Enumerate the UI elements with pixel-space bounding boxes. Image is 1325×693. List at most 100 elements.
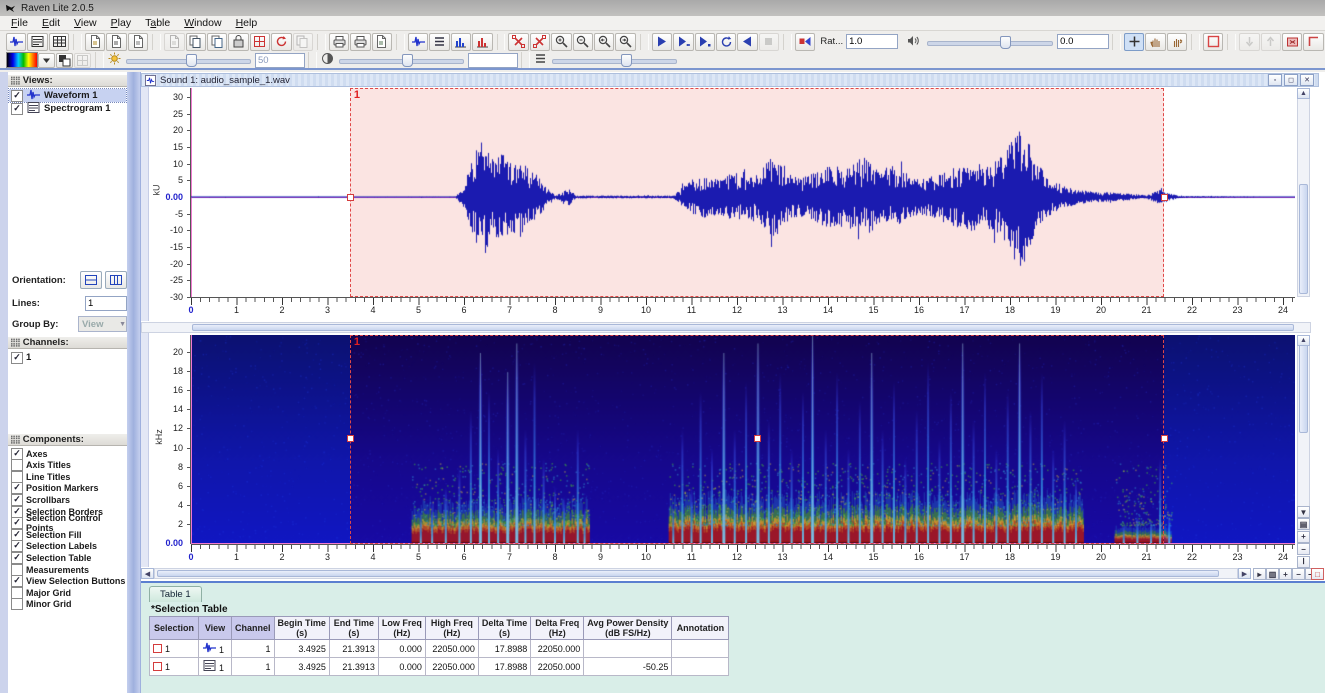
selection-handle-left[interactable] [347, 194, 354, 201]
export-selection-button[interactable] [250, 33, 270, 51]
zoom-out-time-button[interactable] [573, 33, 593, 51]
column-header-high-freq[interactable]: High Freq(Hz) [425, 617, 478, 640]
zoom-in-freq-button[interactable] [594, 33, 614, 51]
checkbox[interactable] [11, 471, 23, 483]
menu-help[interactable]: Help [229, 16, 265, 30]
sidebar-splitter[interactable] [127, 72, 140, 693]
component-item-selection-labels[interactable]: ✓Selection Labels [9, 541, 126, 552]
new-spectrogram-window-button[interactable] [27, 33, 47, 51]
next-selection-button[interactable] [1261, 33, 1281, 51]
selection-table[interactable]: SelectionViewChannelBegin Time(s)End Tim… [149, 616, 729, 676]
volume-input[interactable] [1057, 34, 1109, 49]
stop-button[interactable] [759, 33, 779, 51]
checkbox[interactable]: ✓ [11, 448, 23, 460]
play-reverse-button[interactable] [737, 33, 757, 51]
checkbox[interactable]: ✓ [11, 494, 23, 506]
column-header-view[interactable]: View [199, 617, 232, 640]
component-item-axes[interactable]: ✓Axes [9, 448, 126, 459]
checkbox[interactable]: ✓ [11, 575, 23, 587]
open-sound-button[interactable] [85, 33, 105, 51]
pointer-tool-button[interactable] [1124, 33, 1144, 51]
reset-colormap-button[interactable] [74, 53, 91, 68]
selection-handle-right[interactable] [1161, 435, 1168, 442]
lines-input[interactable] [85, 296, 127, 311]
column-header-selection[interactable]: Selection [150, 617, 199, 640]
save-selection-button[interactable] [228, 33, 248, 51]
play-button[interactable] [652, 33, 672, 51]
column-header-begin-time[interactable]: Begin Time(s) [274, 617, 329, 640]
page-setup-button[interactable] [372, 33, 392, 51]
loop-play-button[interactable] [716, 33, 736, 51]
scroll-right-button[interactable]: ▶ [1238, 568, 1251, 579]
print-button[interactable] [329, 33, 349, 51]
clear-selection-button[interactable] [1303, 33, 1323, 51]
scrollbar-thumb[interactable] [192, 324, 1294, 331]
zoom-fit-vertical-button[interactable]: Ⅰ [1297, 556, 1310, 568]
waveform-view-button[interactable] [408, 33, 428, 51]
orientation-columns-button[interactable] [105, 271, 127, 289]
scroll-up-button[interactable]: ▲ [1297, 88, 1310, 99]
menu-file[interactable]: File [4, 16, 35, 30]
zoom-colormap-button[interactable]: ▥ [1266, 568, 1279, 580]
spectrogram-plot[interactable]: 1 [191, 335, 1295, 544]
zoom-in-vertical-button[interactable]: + [1297, 531, 1310, 543]
menu-table[interactable]: Table [138, 16, 177, 30]
view-selection-button-strip[interactable] [141, 87, 149, 321]
zoom-out-vertical-button[interactable]: − [1297, 543, 1310, 555]
column-header-channel[interactable]: Channel [232, 617, 275, 640]
components-panel-header[interactable]: ⣿⣿Components: [8, 433, 127, 446]
component-item-measurements[interactable]: Measurements [9, 564, 126, 575]
invert-colormap-button[interactable] [56, 53, 73, 68]
tab-table-1[interactable]: Table 1 [149, 586, 202, 602]
column-header-end-time[interactable]: End Time(s) [329, 617, 378, 640]
new-table-window-button[interactable] [49, 33, 69, 51]
smoothing-slider[interactable] [552, 53, 677, 67]
save-sound-button[interactable] [106, 33, 126, 51]
brightness-slider[interactable] [126, 53, 251, 67]
delete-selection-button[interactable] [1282, 33, 1302, 51]
checkbox[interactable]: ✓ [11, 552, 23, 564]
redo-button[interactable] [293, 33, 313, 51]
group-by-select[interactable]: View▼ [78, 316, 127, 332]
waveform-horizontal-scrollbar[interactable] [141, 322, 1311, 333]
new-selection-button[interactable] [1203, 33, 1223, 51]
contrast-input[interactable] [468, 53, 518, 68]
restore-window-button[interactable]: ◻ [1284, 74, 1298, 86]
copy-button[interactable] [186, 33, 206, 51]
vertical-colormap-button[interactable]: ▤ [1297, 518, 1310, 530]
component-item-position-markers[interactable]: ✓Position Markers [9, 483, 126, 494]
views-panel-header[interactable]: ⣿⣿Views: [8, 74, 127, 87]
column-header-low-freq[interactable]: Low Freq(Hz) [378, 617, 425, 640]
play-selection-button[interactable] [695, 33, 715, 51]
print-preview-button[interactable] [350, 33, 370, 51]
zoom-in-time-button[interactable] [551, 33, 571, 51]
sound-window-titlebar[interactable]: Sound 1: audio_sample_1.wav ▫ ◻ ✕ [141, 73, 1319, 87]
new-waveform-window-button[interactable] [6, 33, 26, 51]
selection-table-view-button[interactable] [429, 33, 449, 51]
checkbox[interactable]: ✓ [11, 352, 23, 364]
previous-selection-button[interactable] [1239, 33, 1259, 51]
zoom-to-all-button[interactable] [530, 33, 550, 51]
colormap-swatch[interactable] [6, 52, 38, 68]
save-sound-as-button[interactable] [128, 33, 148, 51]
play-annotation-button[interactable] [795, 33, 815, 51]
time-scrollbar[interactable] [154, 568, 1238, 579]
zoom-in-horizontal-button[interactable]: + [1279, 568, 1292, 580]
zoom-out-freq-button[interactable] [615, 33, 635, 51]
close-window-button[interactable]: ✕ [1300, 74, 1314, 86]
grab-tool-button[interactable] [1145, 33, 1165, 51]
component-item-view-selection-buttons[interactable]: ✓View Selection Buttons [9, 576, 126, 587]
table-row[interactable]: 1113.492521.39130.00022050.00017.8988220… [150, 640, 729, 658]
channels-panel-header[interactable]: ⣿⣿Channels: [8, 336, 127, 349]
waveform-plot[interactable]: 1 [191, 88, 1295, 297]
undo-button[interactable] [164, 33, 184, 51]
column-header-delta-time[interactable]: Delta Time(s) [478, 617, 530, 640]
waveform-canvas[interactable] [191, 88, 1295, 297]
component-item-selection-control-points[interactable]: ✓Selection Control Points [9, 518, 126, 529]
contrast-slider[interactable] [339, 53, 464, 67]
column-header-avg-power-density[interactable]: Avg Power Density(dB FS/Hz) [584, 617, 672, 640]
checkbox[interactable]: ✓ [11, 482, 23, 494]
minimize-window-button[interactable]: ▫ [1268, 74, 1282, 86]
spectrogram-slice-view-button[interactable] [472, 33, 492, 51]
checkbox[interactable]: ✓ [11, 103, 23, 115]
